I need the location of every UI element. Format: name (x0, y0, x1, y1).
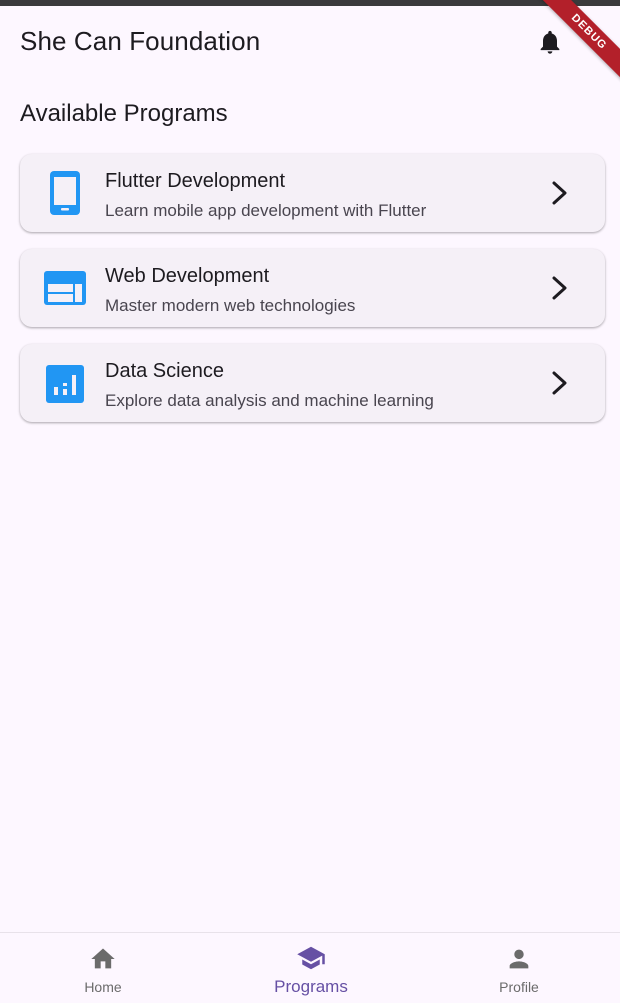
section-title: Available Programs (20, 100, 228, 127)
program-card-flutter[interactable]: Flutter Development Learn mobile app dev… (20, 154, 605, 232)
school-icon (297, 946, 325, 970)
bottom-navigation-bar: Home Programs Profile (0, 932, 620, 1003)
nav-label: Profile (499, 979, 539, 995)
phone-android-icon (50, 171, 80, 215)
home-icon (91, 948, 115, 969)
app-bar: She Can Foundation (0, 6, 620, 76)
app-screen: She Can Foundation DEBUG Available Progr… (0, 0, 620, 1003)
nav-label: Home (84, 979, 122, 995)
app-title: She Can Foundation (20, 26, 261, 56)
program-title: Flutter Development (105, 170, 286, 192)
program-title: Data Science (105, 360, 224, 382)
analytics-icon (46, 365, 84, 403)
chevron-right-icon (552, 276, 567, 300)
program-card-web[interactable]: Web Development Master modern web techno… (20, 249, 605, 327)
person-icon (509, 949, 529, 969)
bell-icon[interactable] (536, 28, 564, 56)
chevron-right-icon (552, 371, 567, 395)
program-subtitle: Explore data analysis and machine learni… (105, 391, 434, 410)
nav-label: Programs (274, 977, 348, 996)
program-subtitle: Master modern web technologies (105, 296, 356, 315)
chevron-right-icon (552, 181, 567, 205)
web-icon (44, 271, 86, 305)
nav-item-home[interactable]: Home (0, 933, 206, 1003)
nav-item-profile[interactable]: Profile (416, 933, 620, 1003)
nav-item-programs[interactable]: Programs (208, 933, 414, 1003)
program-title: Web Development (105, 265, 270, 287)
program-card-data-science[interactable]: Data Science Explore data analysis and m… (20, 344, 605, 422)
program-subtitle: Learn mobile app development with Flutte… (105, 201, 427, 220)
